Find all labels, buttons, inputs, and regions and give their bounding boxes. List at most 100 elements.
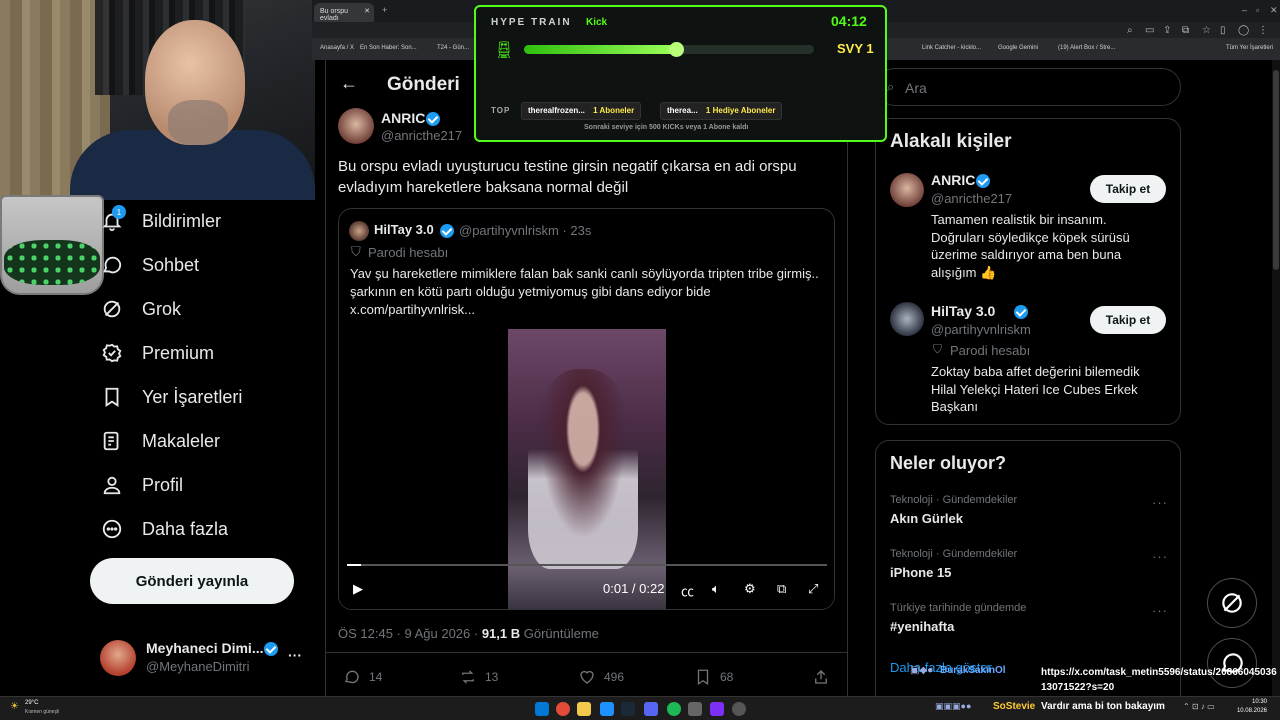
star-icon[interactable]: ☆ [1202,25,1211,36]
nav-item-profile[interactable]: Profil [100,467,183,503]
close-window-icon[interactable]: ✕ [1270,5,1278,16]
more-options-icon[interactable]: ··· [1152,603,1168,618]
steam-icon[interactable] [621,702,635,716]
author-handle[interactable]: @anricthe217 [381,128,462,143]
weather-desc[interactable]: Kısmen güneşli [25,709,59,715]
discord-icon[interactable] [644,702,658,716]
repost-button[interactable]: 13 [459,667,498,687]
person-handle[interactable]: @anricthe217 [931,191,1012,206]
bookmark-item[interactable]: Tüm Yer İşaretleri [1226,45,1273,51]
tray-icons[interactable]: ⌃ ⊡ ♪ ▭ [1183,702,1215,711]
grok-icon [1222,593,1242,613]
account-icon[interactable]: ◯ [1238,25,1249,36]
person-name[interactable]: ANRIC [931,172,975,188]
parody-label: Parodi hesabı [368,245,449,260]
obs-icon[interactable] [710,702,724,716]
follow-button[interactable]: Takip et [1090,175,1166,203]
extensions-icon[interactable]: ⧉ [1182,25,1189,36]
hype-title: HYPE TRAIN [491,17,572,28]
settings-icon[interactable]: ⚙ [744,581,756,597]
bookmark-item[interactable]: T24 - Gün... [437,45,469,51]
nav-item-more[interactable]: Daha fazla [100,511,228,547]
spotify-icon[interactable] [667,702,681,716]
trend-item[interactable]: Türkiye tarihinde gündemde #yenihafta ··… [876,597,1180,649]
close-icon[interactable]: ✕ [364,7,370,15]
captions-icon[interactable]: ㏄ [681,581,694,600]
follow-button[interactable]: Takip et [1090,306,1166,334]
reply-button[interactable]: 14 [343,667,382,687]
nav-item-premium[interactable]: Premium [100,335,214,371]
bookmark-item[interactable]: En Son Haber: Son... [360,45,417,51]
share-button[interactable] [812,667,838,687]
app-icon[interactable] [688,702,702,716]
share-icon[interactable]: ⇪ [1163,25,1171,36]
verified-icon [440,224,454,238]
person-avatar[interactable] [890,302,924,336]
nav-item-articles[interactable]: Makaleler [100,423,220,459]
start-icon[interactable] [535,702,549,716]
post-timestamp[interactable]: ÖS 12:45 · 9 Ağu 2026 · [338,626,482,641]
bookmark-item[interactable]: Anasayfa / X [320,45,354,51]
more-options-icon[interactable]: ··· [1152,495,1168,510]
minimize-icon[interactable]: – [1242,5,1247,15]
quoted-post[interactable]: HilTay 3.0 @partihyvnlriskm · 23s ⛉ Paro… [338,208,835,610]
hype-level: SVY 1 [837,41,874,56]
pip-icon[interactable]: ⧉ [777,581,786,597]
more-options-icon[interactable]: ··· [288,647,302,663]
video-player[interactable]: ▶ 0:01 / 0:22 ㏄ 🔈︎ ⚙ ⧉ ⤢ [339,329,834,609]
nav-item-chat[interactable]: Sohbet [100,247,199,283]
grok-fab[interactable] [1207,578,1257,628]
premium-icon [100,341,124,365]
cast-icon[interactable]: ▭ [1145,25,1154,36]
top-contributor: therea... 1 Hediye Aboneler [660,102,783,120]
taskbar: ☀ 29°C Kısmen güneşli ▣▣▣●● SoStevie Var… [0,696,1280,720]
folder-icon[interactable] [577,702,591,716]
search-icon[interactable]: ⌕ [1127,25,1133,36]
trend-item[interactable]: Teknoloji · Gündemdekiler Akın Gürlek ··… [876,489,1180,541]
sidepanel-icon[interactable]: ▯ [1220,25,1226,36]
store-icon[interactable] [600,702,614,716]
person-handle[interactable]: @partihyvnlriskm [931,322,1031,337]
bookmark-button[interactable]: 68 [694,667,733,687]
more-options-icon[interactable]: ··· [1152,549,1168,564]
maximize-icon[interactable]: ▫ [1256,5,1259,15]
chrome-icon[interactable] [556,702,570,716]
fullscreen-icon[interactable]: ⤢ [808,581,818,597]
search-input[interactable]: ⌕ Ara [876,68,1181,106]
browser-tab[interactable]: Bu orspu evladı ✕ [314,3,374,22]
weather-temp[interactable]: 29°C [25,700,38,706]
menu-icon[interactable]: ⋮ [1258,25,1268,36]
volume-icon[interactable]: 🔈︎ [712,581,720,597]
play-icon[interactable]: ▶ [353,581,363,597]
quote-text: Yav şu hareketlere mimiklere falan bak s… [350,266,819,317]
back-arrow-icon[interactable]: ← [340,73,358,94]
author-avatar[interactable] [338,108,374,144]
scrollbar[interactable] [1272,60,1280,696]
quote-author-name: HilTay 3.0 [374,222,434,237]
video-progress-track[interactable] [347,564,827,566]
author-name[interactable]: ANRIC [381,110,425,126]
bookmark-item[interactable]: (19) Alert Box / Stre... [1058,45,1115,51]
account-switcher[interactable]: Meyhaneci Dimi... @MeyhaneDimitri ··· [100,635,310,685]
person-avatar[interactable] [890,173,924,207]
clock-time[interactable]: 10:30 [1227,699,1267,705]
parody-mask-icon: ⛉ [933,342,943,356]
chat-badge-icon: ▣◆● [910,665,934,676]
bookmark-item[interactable]: Google Gemini [998,45,1038,51]
nav-item-grok[interactable]: Grok [100,291,181,327]
quote-avatar [349,221,369,241]
new-tab-button[interactable]: + [382,5,387,15]
trend-item[interactable]: Teknoloji · Gündemdekiler iPhone 15 ··· [876,543,1180,595]
person-bio: Tamamen realistik bir insanım. Doğruları… [931,212,1130,280]
app-icon[interactable] [732,702,746,716]
like-button[interactable]: 496 [578,667,624,687]
nav-item-bookmarks[interactable]: Yer İşaretleri [100,379,242,415]
person-name[interactable]: HilTay 3.0 [931,303,995,319]
post-button[interactable]: Gönderi yayınla [90,558,294,604]
bookmark-item[interactable]: Link Catcher - kicklo... [922,45,981,51]
person-bio: Zoktay baba affet değerini bilemedik Hil… [931,364,1140,414]
clock-date[interactable]: 10.08.2026 [1227,708,1267,714]
tray-icons[interactable]: ▣▣▣●● [935,701,971,712]
parody-mask-icon: ⛉ [351,244,361,259]
quote-author-handle: @partihyvnlriskm · 23s [459,223,592,238]
